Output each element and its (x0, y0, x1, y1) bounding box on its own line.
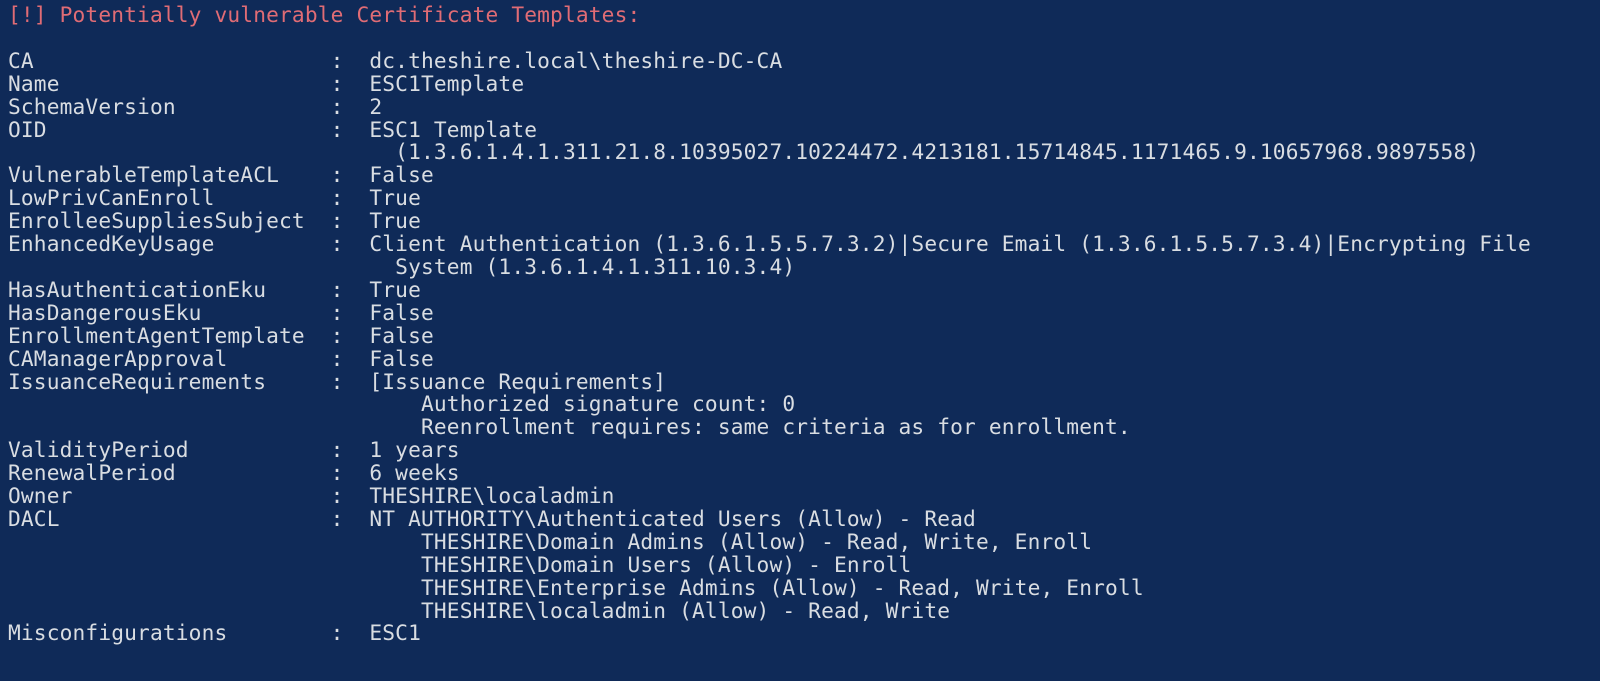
vuln-header: [!] Potentially vulnerable Certificate T… (8, 2, 640, 27)
terminal-output: [!] Potentially vulnerable Certificate T… (0, 0, 1600, 653)
